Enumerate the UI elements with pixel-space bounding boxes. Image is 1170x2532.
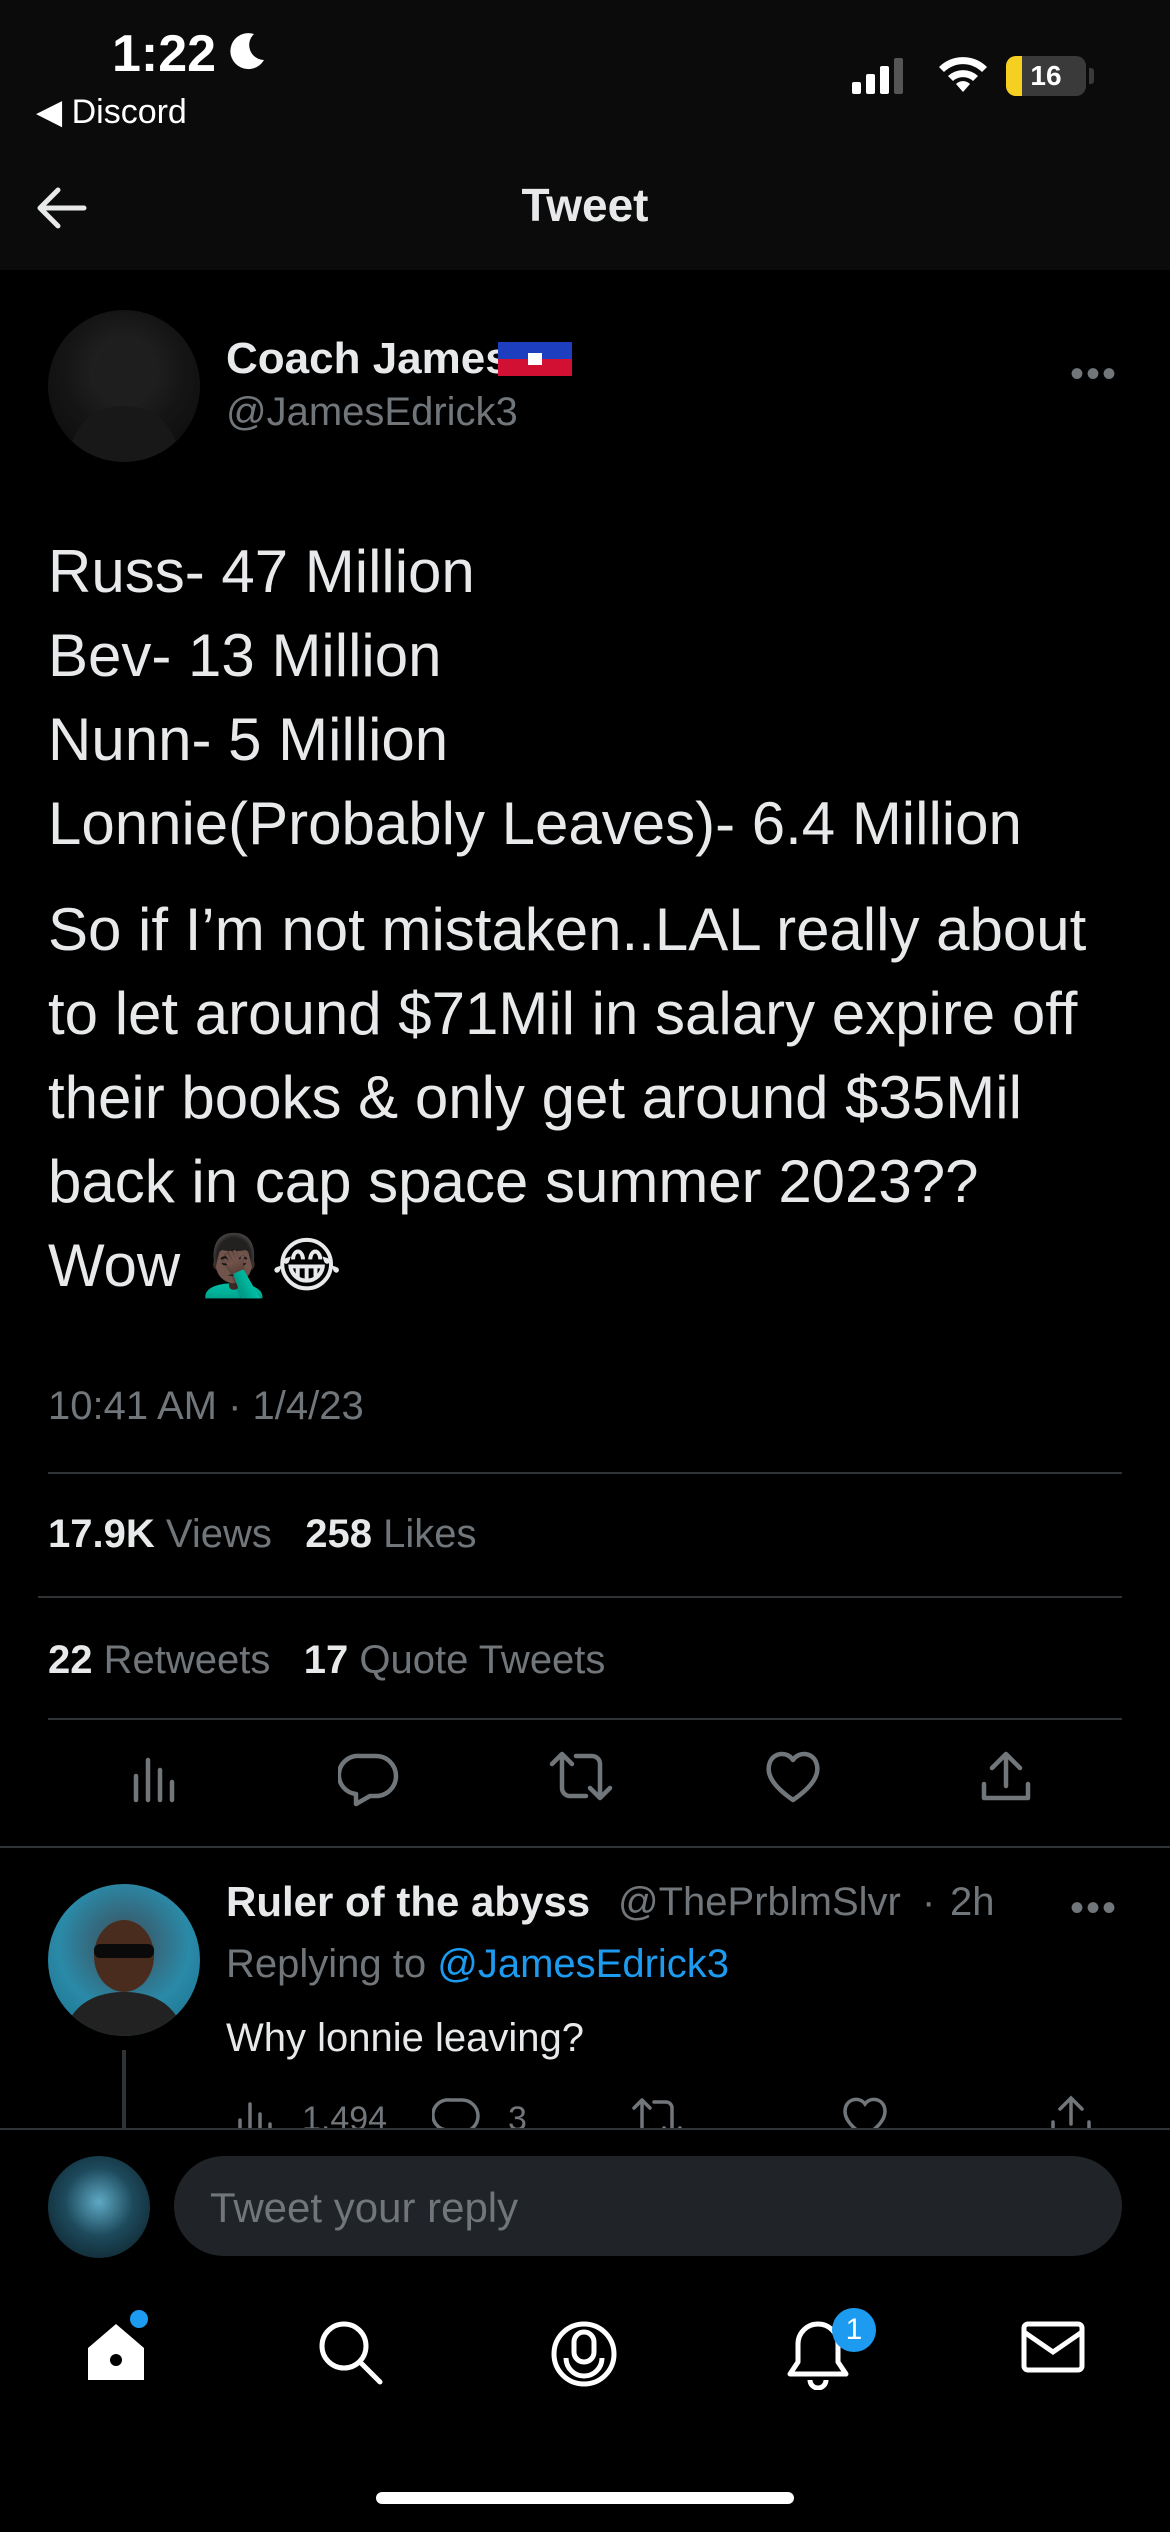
- status-time: 1:22: [112, 25, 217, 83]
- thread-line: [122, 2050, 126, 2130]
- home-indicator[interactable]: [376, 2492, 794, 2504]
- tweet-action-bar: [0, 1748, 1170, 1820]
- retweets-quotes-row: 22 Retweets 17 Quote Tweets: [48, 1638, 605, 1683]
- analytics-icon[interactable]: [128, 1748, 184, 1804]
- person-silhouette-icon: [68, 340, 180, 462]
- home-unread-dot: [130, 2310, 148, 2328]
- retweet-icon[interactable]: [548, 1748, 614, 1804]
- author-avatar[interactable]: [48, 310, 200, 462]
- replying-to: Replying to @JamesEdrick3: [226, 1942, 729, 1987]
- wifi-icon: [939, 57, 987, 92]
- haiti-flag-icon: [498, 342, 572, 376]
- reply-icon[interactable]: [338, 1748, 400, 1808]
- moon-icon: [230, 33, 264, 70]
- more-options-icon[interactable]: •••: [1070, 352, 1118, 397]
- retweets-stat[interactable]: 22 Retweets: [48, 1638, 270, 1682]
- back-to-app-link[interactable]: ◀ Discord: [36, 92, 187, 132]
- tweet-line: Bev- 13 Million: [48, 622, 442, 689]
- divider: [0, 1846, 1170, 1848]
- cellular-signal-icon: [852, 58, 903, 94]
- reply-author-avatar[interactable]: [48, 1884, 200, 2036]
- replying-to-link[interactable]: @JamesEdrick3: [437, 1942, 729, 1986]
- reply-time: 2h: [950, 1880, 995, 1924]
- reply-input-placeholder[interactable]: Tweet your reply: [210, 2184, 518, 2232]
- spaces-icon[interactable]: [550, 2318, 618, 2390]
- notifications-badge: 1: [832, 2308, 876, 2352]
- page-title: Tweet: [521, 179, 649, 231]
- person-photo-icon: [64, 1920, 184, 2036]
- share-icon[interactable]: [978, 1748, 1034, 1804]
- reply-author-name[interactable]: Ruler of the abyss: [226, 1878, 590, 1926]
- quote-tweets-stat[interactable]: 17 Quote Tweets: [304, 1638, 606, 1682]
- battery-indicator: 16: [1006, 56, 1086, 96]
- views-likes-row: 17.9K Views 258 Likes: [48, 1512, 476, 1557]
- replying-to-label: Replying to: [226, 1942, 427, 1986]
- messages-icon[interactable]: [1020, 2318, 1086, 2374]
- like-heart-icon[interactable]: [762, 1748, 824, 1804]
- battery-percent: 16: [1030, 60, 1062, 91]
- divider: [48, 1718, 1122, 1720]
- reply-more-options-icon[interactable]: •••: [1070, 1886, 1118, 1931]
- views-stat[interactable]: 17.9K Views: [48, 1512, 272, 1556]
- tweet-text-paragraph: So if I’m not mistaken..LAL really about…: [48, 896, 1087, 1299]
- tweet-line: Lonnie(Probably Leaves)- 6.4 Million: [48, 790, 1022, 857]
- likes-stat[interactable]: 258 Likes: [305, 1512, 476, 1556]
- separator-dot: ·: [922, 1880, 936, 1924]
- tweet-line: Russ- 47 Million: [48, 538, 475, 605]
- battery-tip: [1089, 68, 1094, 84]
- reply-author-handle[interactable]: @ThePrblmSlvr: [618, 1880, 901, 1925]
- author-name[interactable]: Coach James: [226, 334, 510, 384]
- reply-text: Why lonnie leaving?: [226, 2016, 584, 2060]
- my-avatar[interactable]: [48, 2156, 150, 2258]
- divider: [38, 1596, 1122, 1598]
- tweet-text-list: Russ- 47 Million Bev- 13 Million Nunn- 5…: [48, 530, 1138, 866]
- search-icon[interactable]: [316, 2318, 384, 2386]
- divider: [48, 1472, 1122, 1474]
- tweet-line: Nunn- 5 Million: [48, 706, 449, 773]
- author-handle[interactable]: @JamesEdrick3: [226, 390, 518, 435]
- tweet-timestamp: 10:41 AM · 1/4/23: [48, 1384, 364, 1428]
